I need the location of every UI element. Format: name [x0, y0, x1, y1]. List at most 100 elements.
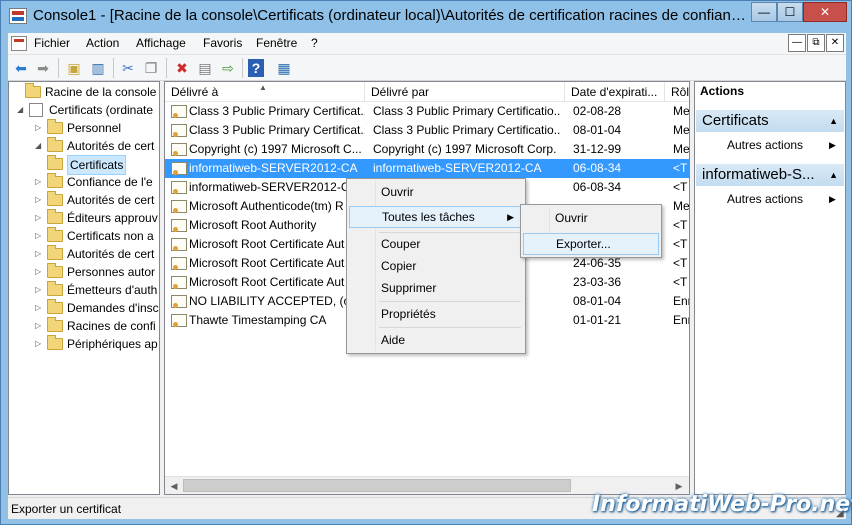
- menu-favoris[interactable]: Favoris: [203, 36, 242, 50]
- context-menu: Ouvrir Toutes les tâches ▶ Couper Copier…: [346, 178, 526, 354]
- expanded-icon[interactable]: ◢: [17, 106, 25, 114]
- actions-section-certificats[interactable]: Certificats ▲: [696, 110, 844, 132]
- menu-fichier[interactable]: Fichier: [34, 36, 70, 50]
- tree-item[interactable]: Certificats: [9, 155, 159, 175]
- cell-expires: 08-01-04: [573, 123, 622, 137]
- back-arrow-icon[interactable]: ⬅: [11, 58, 31, 78]
- folder-icon: [47, 173, 63, 188]
- collapsed-icon[interactable]: ▷: [35, 250, 43, 258]
- submenu-arrow-icon[interactable]: ▶: [829, 140, 836, 151]
- sub-exporter[interactable]: Exporter...: [523, 233, 659, 255]
- document-icon[interactable]: [11, 36, 27, 51]
- column-issued-to[interactable]: Délivré à ▲: [165, 82, 365, 102]
- tree-item[interactable]: ▷ Certificats non a: [9, 227, 159, 245]
- menu-affichage[interactable]: Affichage: [136, 36, 186, 50]
- ctx-supprimer[interactable]: Supprimer: [349, 277, 523, 299]
- mdi-restore-button[interactable]: ⧉: [807, 34, 825, 52]
- tree-item[interactable]: Racine de la console: [9, 83, 159, 101]
- tree-item[interactable]: ▷ Racines de confi: [9, 317, 159, 335]
- submenu-arrow-icon[interactable]: ▶: [829, 194, 836, 205]
- resize-grip-icon[interactable]: ◢: [836, 508, 848, 520]
- column-issued-by[interactable]: Délivré par: [365, 82, 565, 102]
- cut-icon[interactable]: ✂: [118, 58, 138, 78]
- collapsed-icon[interactable]: ▷: [35, 304, 43, 312]
- collapsed-icon[interactable]: ▷: [35, 232, 43, 240]
- column-expiration[interactable]: Date d'expirati...: [565, 82, 665, 102]
- tree-item[interactable]: ▷ Autorités de cert: [9, 191, 159, 209]
- mdi-close-button[interactable]: ✕: [826, 34, 844, 52]
- mmc-app-icon[interactable]: [9, 8, 27, 24]
- tree-item-label: Confiance de l'e: [67, 175, 153, 189]
- menu-fenetre[interactable]: Fenêtre: [256, 36, 297, 50]
- collapsed-icon[interactable]: ▷: [35, 124, 43, 132]
- collapsed-icon[interactable]: ▷: [35, 340, 43, 348]
- sub-ouvrir[interactable]: Ouvrir: [523, 207, 659, 229]
- cell-role: <T: [673, 218, 688, 232]
- ctx-ouvrir[interactable]: Ouvrir: [349, 181, 523, 203]
- help-icon[interactable]: ?: [248, 59, 264, 77]
- tree-item[interactable]: ▷ Éditeurs approuv: [9, 209, 159, 227]
- toolbar: ⬅ ➡ ▣ ▥ ✂ ❐ ✖ ▤ ⇨ ? ▦: [8, 55, 846, 81]
- cell-role: Me: [673, 104, 689, 118]
- tree-item[interactable]: ◢ Autorités de cert: [9, 137, 159, 155]
- tree-item[interactable]: ▷ Confiance de l'e: [9, 173, 159, 191]
- expanded-icon[interactable]: ◢: [35, 142, 43, 150]
- close-button[interactable]: ✕: [803, 2, 847, 22]
- certificate-icon: [171, 314, 187, 327]
- collapsed-icon[interactable]: ▷: [35, 178, 43, 186]
- action-pane-icon[interactable]: ▦: [274, 58, 294, 78]
- table-row[interactable]: informatiweb-SERVER2012-CA informatiweb-S…: [165, 159, 689, 178]
- action-autres-actions[interactable]: Autres actions: [727, 138, 803, 152]
- collapse-icon[interactable]: ▲: [829, 164, 838, 186]
- cell-role: <T: [673, 275, 688, 289]
- ctx-proprietes[interactable]: Propriétés: [349, 303, 523, 325]
- collapsed-icon[interactable]: ▷: [35, 286, 43, 294]
- minimize-button[interactable]: —: [751, 2, 777, 22]
- window-title: Console1 - [Racine de la console\Certifi…: [33, 7, 753, 24]
- up-folder-icon[interactable]: ▣: [64, 58, 84, 78]
- table-row[interactable]: Class 3 Public Primary Certificat... Clas…: [165, 121, 689, 140]
- tree-item[interactable]: ◢ Certificats (ordinate: [9, 101, 159, 119]
- collapse-icon[interactable]: ▲: [829, 110, 838, 132]
- scroll-left-icon[interactable]: ◀: [166, 478, 182, 494]
- action-autres-actions[interactable]: Autres actions: [727, 192, 803, 206]
- ctx-couper[interactable]: Couper: [349, 233, 523, 255]
- menu-action[interactable]: Action: [86, 36, 119, 50]
- title-bar[interactable]: Console1 - [Racine de la console\Certifi…: [1, 1, 851, 33]
- collapsed-icon[interactable]: ▷: [35, 214, 43, 222]
- collapsed-icon[interactable]: ▷: [35, 322, 43, 330]
- properties-icon[interactable]: ▤: [195, 58, 215, 78]
- folder-icon: [47, 209, 63, 224]
- tree-item-label: Certificats: [67, 155, 127, 175]
- ctx-aide[interactable]: Aide: [349, 329, 523, 351]
- ctx-copier[interactable]: Copier: [349, 255, 523, 277]
- collapsed-icon[interactable]: ▷: [35, 196, 43, 204]
- maximize-button[interactable]: ☐: [777, 2, 803, 22]
- actions-section-informatiweb[interactable]: informatiweb-S... ▲: [696, 164, 844, 186]
- collapsed-icon[interactable]: ▷: [35, 268, 43, 276]
- table-row[interactable]: Class 3 Public Primary Certificat... Clas…: [165, 102, 689, 121]
- toolbar-separator: [166, 58, 167, 78]
- export-list-icon[interactable]: ⇨: [218, 58, 238, 78]
- tree-item[interactable]: ▷ Autorités de cert: [9, 245, 159, 263]
- tree-item[interactable]: ▷ Émetteurs d'auth: [9, 281, 159, 299]
- folder-icon: [47, 299, 63, 314]
- copy-icon[interactable]: ❐: [141, 58, 161, 78]
- tree-item[interactable]: ▷ Périphériques ap: [9, 335, 159, 353]
- menu-separator: [379, 327, 521, 328]
- ctx-toutes-les-taches[interactable]: Toutes les tâches ▶: [349, 206, 523, 228]
- scroll-thumb[interactable]: [183, 479, 571, 492]
- console-tree[interactable]: Racine de la console ◢ Certificats (ordina…: [8, 81, 160, 495]
- cell-expires: 08-01-04: [573, 294, 622, 308]
- mdi-minimize-button[interactable]: —: [788, 34, 806, 52]
- show-hide-tree-icon[interactable]: ▥: [88, 58, 108, 78]
- menu-help[interactable]: ?: [311, 36, 318, 50]
- tree-item[interactable]: ▷ Personnes autor: [9, 263, 159, 281]
- forward-arrow-icon[interactable]: ➡: [33, 58, 53, 78]
- cell-issued-by: Class 3 Public Primary Certificatio...: [373, 123, 561, 137]
- tree-item[interactable]: ▷ Demandes d'insc: [9, 299, 159, 317]
- column-role[interactable]: Rôl: [665, 82, 689, 102]
- table-row[interactable]: Copyright (c) 1997 Microsoft C... Copyrig…: [165, 140, 689, 159]
- delete-icon[interactable]: ✖: [172, 58, 192, 78]
- tree-item[interactable]: ▷ Personnel: [9, 119, 159, 137]
